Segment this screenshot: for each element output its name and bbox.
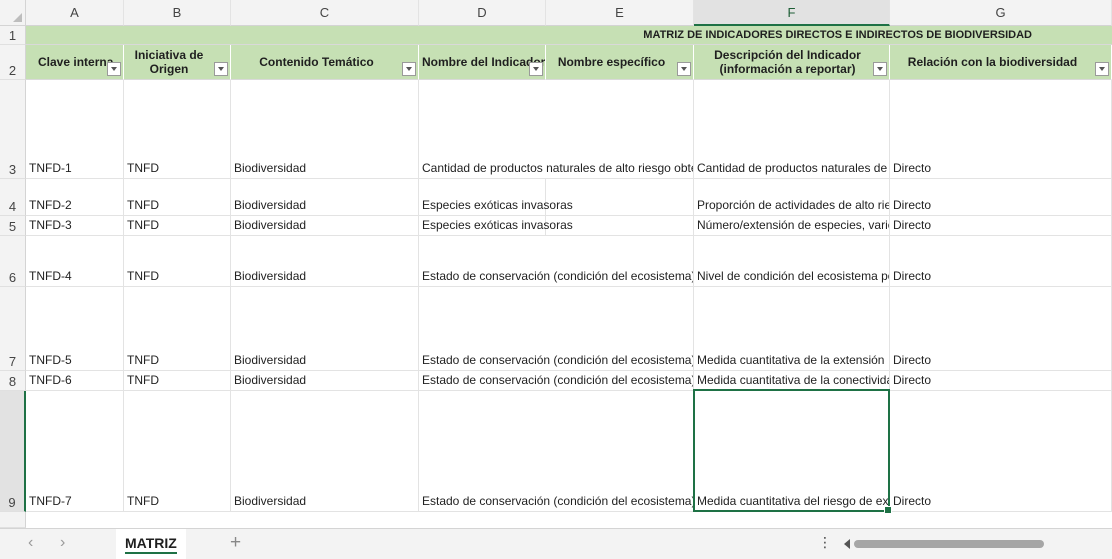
- filter-dropdown-f-icon[interactable]: [873, 62, 887, 76]
- cell-especifico[interactable]: [546, 216, 694, 236]
- cell-origen[interactable]: TNFD: [124, 391, 231, 512]
- column-header-d[interactable]: D: [419, 0, 546, 26]
- cell-clave[interactable]: TNFD-1: [26, 80, 124, 179]
- scrollbar-thumb[interactable]: [854, 540, 1044, 548]
- title-row[interactable]: MATRIZ DE INDICADORES DIRECTOS E INDIREC…: [26, 26, 1112, 45]
- cell-origen[interactable]: TNFD: [124, 236, 231, 287]
- cell-clave[interactable]: TNFD-6: [26, 371, 124, 391]
- row-header-1[interactable]: 1: [0, 26, 26, 45]
- filter-dropdown-c-icon[interactable]: [402, 62, 416, 76]
- cell-origen[interactable]: TNFD: [124, 179, 231, 216]
- cell-descripcion[interactable]: Proporción de actividades de alto riesgo: [694, 179, 890, 216]
- cell-nombre[interactable]: Estado de conservación (condición del ec…: [419, 371, 694, 391]
- cell-origen[interactable]: TNFD: [124, 80, 231, 179]
- cell-relacion[interactable]: Directo: [890, 371, 1112, 391]
- header-nombre-especifico[interactable]: Nombre específico: [546, 45, 694, 80]
- row-header-4[interactable]: 4: [0, 179, 26, 216]
- cell-clave[interactable]: TNFD-2: [26, 179, 124, 216]
- row-header-5[interactable]: 5: [0, 216, 26, 236]
- header-nombre-indicador[interactable]: Nombre del Indicador: [419, 45, 546, 80]
- cell-relacion[interactable]: Directo: [890, 216, 1112, 236]
- previous-sheet-icon[interactable]: ‹: [28, 534, 33, 552]
- row-header-2[interactable]: 2: [0, 45, 26, 80]
- column-header-f[interactable]: F: [694, 0, 890, 26]
- cell-relacion[interactable]: Directo: [890, 80, 1112, 179]
- sheet-tab-matriz[interactable]: MATRIZ: [116, 529, 186, 559]
- cell-contenido[interactable]: Biodiversidad: [231, 216, 419, 236]
- sheet-tab-bar: ‹ › MATRIZ + ⋮: [0, 528, 1112, 559]
- header-contenido-tematico[interactable]: Contenido Temático: [231, 45, 419, 80]
- row-header-9[interactable]: 9: [0, 391, 26, 512]
- cell-contenido[interactable]: Biodiversidad: [231, 179, 419, 216]
- row-header-3[interactable]: 3: [0, 80, 26, 179]
- column-header-b[interactable]: B: [124, 0, 231, 26]
- cell-origen[interactable]: TNFD: [124, 216, 231, 236]
- filter-dropdown-e-icon[interactable]: [677, 62, 691, 76]
- cell-relacion[interactable]: Directo: [890, 179, 1112, 216]
- scroll-left-icon[interactable]: [844, 539, 850, 549]
- select-all-corner[interactable]: [0, 0, 26, 26]
- cell-nombre[interactable]: Estado de conservación (condición del ec…: [419, 287, 694, 371]
- cell-nombre[interactable]: Especies exóticas invasoras: [419, 179, 573, 216]
- header-relacion-biodiversidad[interactable]: Relación con la biodiversidad: [890, 45, 1112, 80]
- cell-descripcion[interactable]: Medida cuantitativa de la extensión: [694, 287, 890, 371]
- cell-relacion[interactable]: Directo: [890, 236, 1112, 287]
- horizontal-scrollbar[interactable]: [842, 537, 1106, 551]
- column-header-c[interactable]: C: [231, 0, 419, 26]
- cell-descripcion[interactable]: Nivel de condición del ecosistema por ti…: [694, 236, 890, 287]
- active-cell-selection[interactable]: [693, 389, 892, 514]
- column-header-e[interactable]: E: [546, 0, 694, 26]
- row-header-7[interactable]: 7: [0, 287, 26, 371]
- cell-contenido[interactable]: Biodiversidad: [231, 287, 419, 371]
- cell-descripcion[interactable]: Número/extensión de especies, variedades: [694, 216, 890, 236]
- cell-descripcion[interactable]: Cantidad de productos naturales de alto …: [694, 80, 890, 179]
- cell-nombre[interactable]: Estado de conservación (condición del ec…: [419, 236, 694, 287]
- cell-nombre[interactable]: Especies exóticas invasoras: [419, 216, 573, 236]
- cell-clave[interactable]: TNFD-3: [26, 216, 124, 236]
- spreadsheet-grid[interactable]: A B C D E F G 1 2 3 4 5 6 7 8 9 MATRIZ D…: [0, 0, 1112, 528]
- filter-dropdown-d-icon[interactable]: [529, 62, 543, 76]
- matrix-title: MATRIZ DE INDICADORES DIRECTOS E INDIREC…: [643, 29, 1032, 41]
- cell-contenido[interactable]: Biodiversidad: [231, 80, 419, 179]
- cell-contenido[interactable]: Biodiversidad: [231, 391, 419, 512]
- header-descripcion-indicador[interactable]: Descripción del Indicador (información a…: [694, 45, 890, 80]
- row-header-10[interactable]: [0, 512, 26, 528]
- cell-nombre[interactable]: Estado de conservación (condición del ec…: [419, 391, 694, 512]
- filter-dropdown-g-icon[interactable]: [1095, 62, 1109, 76]
- column-header-a[interactable]: A: [26, 0, 124, 26]
- more-options-icon[interactable]: ⋮: [818, 534, 832, 551]
- row-header-6[interactable]: 6: [0, 236, 26, 287]
- cell-relacion[interactable]: Directo: [890, 287, 1112, 371]
- cell-clave[interactable]: TNFD-5: [26, 287, 124, 371]
- row-header-8[interactable]: 8: [0, 371, 26, 391]
- next-sheet-icon[interactable]: ›: [60, 534, 65, 552]
- cell-clave[interactable]: TNFD-4: [26, 236, 124, 287]
- cell-nombre[interactable]: Cantidad de productos naturales de alto …: [419, 80, 694, 179]
- cell-relacion[interactable]: Directo: [890, 391, 1112, 512]
- cell-especifico[interactable]: [546, 179, 694, 216]
- column-header-g[interactable]: G: [890, 0, 1112, 26]
- cell-origen[interactable]: TNFD: [124, 287, 231, 371]
- cell-contenido[interactable]: Biodiversidad: [231, 236, 419, 287]
- cell-origen[interactable]: TNFD: [124, 371, 231, 391]
- filter-dropdown-b-icon[interactable]: [214, 62, 228, 76]
- cell-contenido[interactable]: Biodiversidad: [231, 371, 419, 391]
- filter-dropdown-a-icon[interactable]: [107, 62, 121, 76]
- add-sheet-icon[interactable]: +: [230, 532, 241, 554]
- cell-clave[interactable]: TNFD-7: [26, 391, 124, 512]
- cell-descripcion[interactable]: Medida cuantitativa de la conectividad: [694, 371, 890, 391]
